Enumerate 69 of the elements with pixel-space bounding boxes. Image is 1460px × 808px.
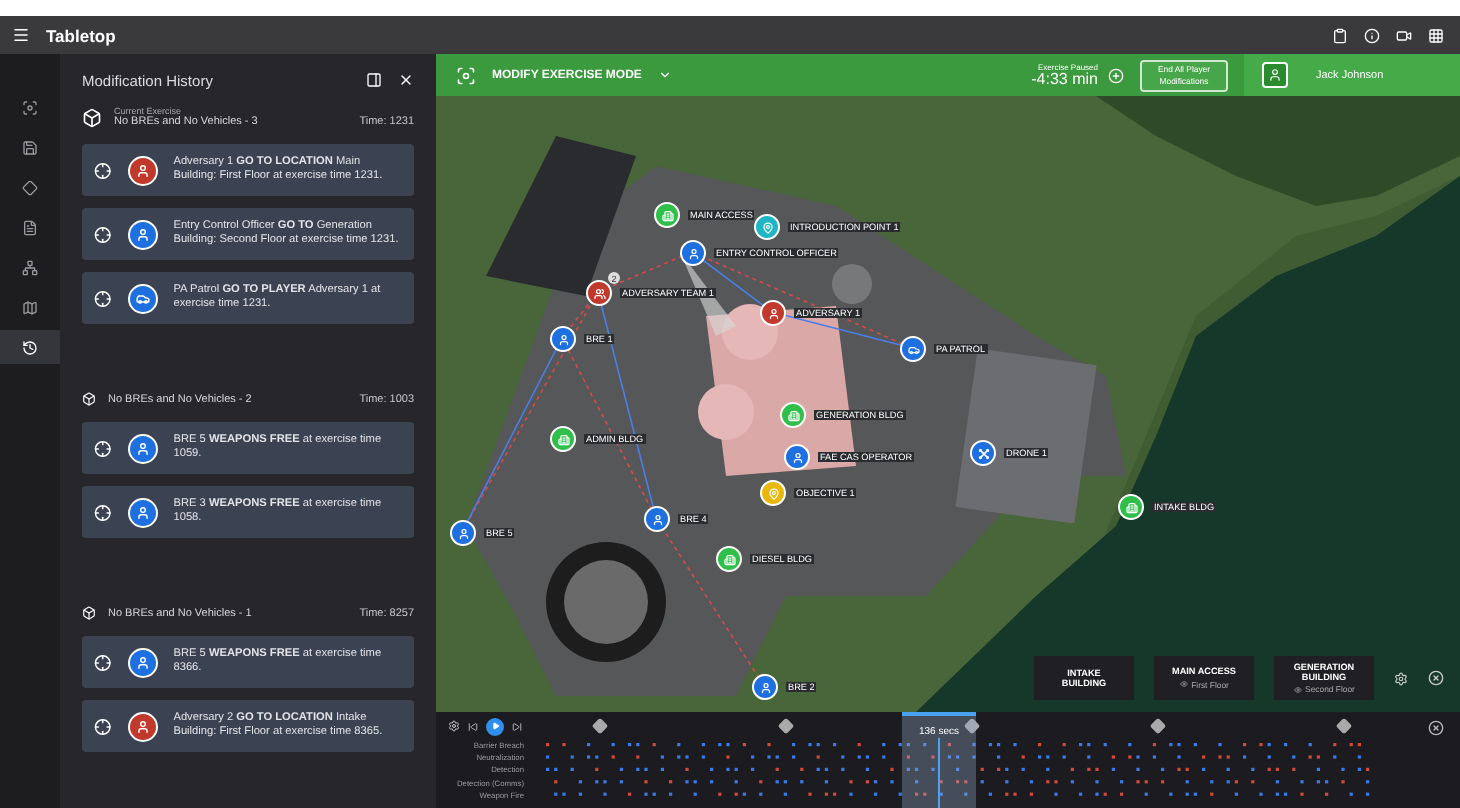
focus-icon bbox=[456, 65, 476, 85]
video-camera-icon[interactable] bbox=[1396, 27, 1412, 43]
car-icon bbox=[135, 291, 150, 305]
keyframe-icon[interactable] bbox=[964, 718, 980, 734]
save-icon bbox=[22, 139, 38, 155]
close-icon[interactable] bbox=[1428, 670, 1444, 686]
diamond-icon bbox=[22, 179, 38, 195]
app-title: Tabletop bbox=[46, 25, 118, 45]
crosshair-icon[interactable] bbox=[94, 439, 112, 457]
crosshair-icon[interactable] bbox=[94, 717, 112, 735]
grid-icon[interactable] bbox=[1428, 27, 1444, 43]
building-icon bbox=[1125, 501, 1137, 513]
menu-icon[interactable] bbox=[12, 26, 30, 44]
person-icon bbox=[135, 163, 150, 177]
map-pin-icon bbox=[767, 487, 779, 499]
crosshair-icon[interactable] bbox=[94, 289, 112, 307]
people-icon bbox=[593, 287, 605, 299]
crosshair-icon[interactable] bbox=[94, 161, 112, 179]
cube-icon bbox=[82, 108, 102, 128]
play-icon bbox=[491, 722, 499, 730]
clipboard-icon[interactable] bbox=[1332, 27, 1348, 43]
exercise-clock: -4:33 min bbox=[1031, 72, 1098, 88]
settings-icon[interactable] bbox=[448, 720, 460, 732]
building-icon bbox=[723, 553, 735, 565]
history-icon bbox=[22, 339, 38, 355]
keyframe-icon[interactable] bbox=[1336, 718, 1352, 734]
eye-icon bbox=[1179, 680, 1188, 689]
eye-icon bbox=[1293, 685, 1302, 694]
add-icon[interactable] bbox=[1108, 67, 1124, 83]
map-icon bbox=[22, 299, 38, 315]
person-icon bbox=[687, 247, 699, 259]
person-icon bbox=[759, 681, 771, 693]
hierarchy-icon bbox=[22, 259, 38, 275]
building-icon bbox=[661, 209, 673, 221]
rail-button[interactable] bbox=[0, 330, 60, 364]
person-icon bbox=[651, 513, 663, 525]
info-icon[interactable] bbox=[1364, 27, 1380, 43]
person-icon bbox=[791, 451, 803, 463]
map-pin-icon bbox=[761, 221, 773, 233]
settings-icon[interactable] bbox=[1394, 671, 1408, 685]
person-icon bbox=[135, 505, 150, 519]
focus-icon bbox=[22, 99, 38, 115]
person-icon bbox=[135, 655, 150, 669]
keyframe-icon[interactable] bbox=[1150, 718, 1166, 734]
building-icon bbox=[557, 433, 569, 445]
dock-button[interactable] bbox=[366, 72, 382, 88]
crosshair-icon[interactable] bbox=[94, 653, 112, 671]
building-icon bbox=[787, 409, 799, 421]
person-icon bbox=[557, 333, 569, 345]
skip-forward-icon[interactable] bbox=[512, 721, 522, 731]
person-icon bbox=[767, 307, 779, 319]
cube-icon bbox=[82, 392, 96, 406]
user-avatar bbox=[1262, 62, 1288, 88]
play-button[interactable] bbox=[486, 717, 504, 735]
person-icon bbox=[135, 441, 150, 455]
close-button[interactable] bbox=[1428, 720, 1444, 736]
skip-back-icon[interactable] bbox=[468, 721, 478, 731]
drone-icon bbox=[977, 447, 989, 459]
caret-icon[interactable] bbox=[657, 68, 672, 82]
person-icon bbox=[135, 227, 150, 241]
crosshair-icon[interactable] bbox=[94, 225, 112, 243]
crosshair-icon[interactable] bbox=[94, 503, 112, 521]
keyframe-icon[interactable] bbox=[592, 718, 608, 734]
document-icon bbox=[22, 219, 38, 235]
car-icon bbox=[907, 343, 919, 355]
cube-icon bbox=[82, 606, 96, 620]
person-icon bbox=[135, 719, 150, 733]
keyframe-icon[interactable] bbox=[778, 718, 794, 734]
person-icon bbox=[457, 527, 469, 539]
